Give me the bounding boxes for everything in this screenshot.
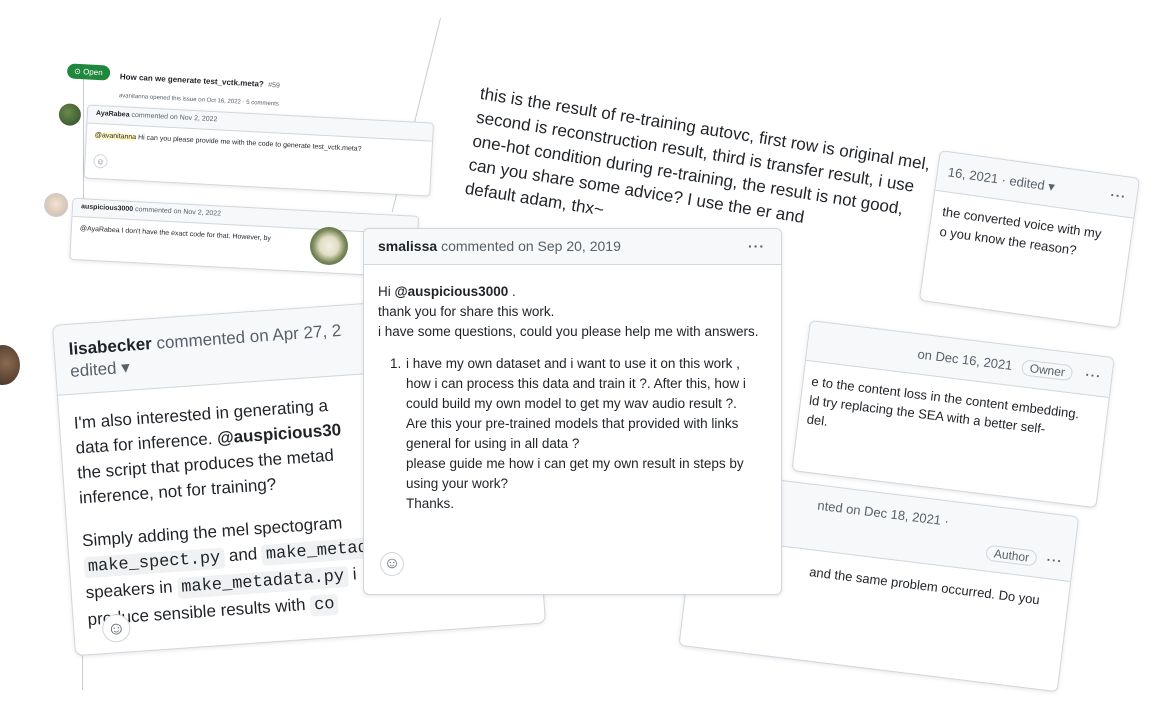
add-reaction-button[interactable]: ☺ (380, 552, 404, 576)
open-badge: ⊙ Open (66, 63, 111, 81)
comment-line: i have some questions, could you please … (378, 324, 759, 339)
list-number: 1. (390, 356, 402, 371)
comment-line: thank you for share this work. (378, 304, 555, 319)
comment-author[interactable]: AyaRabea (96, 110, 130, 119)
mention-link[interactable]: @AyaRabea (80, 225, 120, 234)
comment-timestamp: commented on Sep 20, 2019 (441, 238, 621, 254)
kebab-menu-button[interactable]: ··· (1046, 552, 1064, 569)
comment-timestamp: commented on Nov 2, 2022 (134, 206, 222, 218)
comment-text: Hi (378, 284, 395, 299)
add-reaction-button[interactable]: ☺ (93, 153, 108, 169)
issue-number: #59 (267, 81, 281, 90)
comment-author[interactable]: auspicious3000 (81, 203, 133, 213)
kebab-menu-button[interactable]: ··· (1085, 367, 1103, 384)
avatar[interactable] (58, 103, 82, 127)
comment-text: speakers in (85, 576, 178, 603)
smiley-icon: ☺ (96, 156, 105, 166)
open-icon: ⊙ (73, 66, 82, 77)
edited-label[interactable]: edited (70, 359, 118, 381)
comment-timestamp: commented on Nov 2, 2022 (131, 111, 218, 124)
list-item-text: i have my own dataset and i want to use … (406, 356, 746, 411)
avatar[interactable] (43, 192, 69, 218)
comment-body: Hi can you please provide me with the co… (135, 134, 362, 153)
kebab-menu-button[interactable]: ··· (748, 238, 765, 254)
comment-text: and (223, 543, 263, 566)
comment-line: please guide me how i can get my own res… (406, 456, 744, 491)
issue-meta: avanitanna opened this issue on Oct 16, … (118, 93, 279, 108)
comment-line: Are this your pre-trained models that pr… (406, 416, 739, 451)
smiley-icon: ☺ (106, 617, 127, 639)
comment-card-ayarabea: AyaRabea commented on Nov 2, 2022 @avani… (83, 104, 434, 197)
smiley-icon: ☺ (383, 555, 401, 572)
comment-card-right-mid: on Dec 16, 2021 Owner ··· e to the conte… (791, 320, 1115, 509)
kebab-menu-button[interactable]: ··· (1109, 187, 1127, 204)
issue-header: ⊙ Open How can we generate test_vctk.met… (66, 63, 281, 110)
mention-link[interactable]: @auspicious3000 (395, 284, 509, 299)
comment-text: . (508, 284, 516, 299)
comment-author[interactable]: smalissa (378, 238, 437, 254)
comment-text: i (347, 564, 358, 584)
comment-timestamp: 16, 2021 · edited (946, 164, 1046, 193)
comment-line: Thanks. (406, 496, 455, 511)
avatar[interactable] (0, 345, 20, 385)
edited-caret-icon[interactable]: ▾ (121, 358, 131, 378)
comment-timestamp: on Dec 16, 2021 (916, 346, 1014, 373)
comment-card-right-top: 16, 2021 · edited ▾ ··· the converted vo… (918, 150, 1141, 329)
comment-body: I don't have the exact code for that. Ho… (119, 227, 272, 243)
open-status-label: Open (82, 67, 103, 78)
issue-title[interactable]: How can we generate test_vctk.meta? (120, 72, 264, 89)
comment-author[interactable]: lisabecker (68, 334, 152, 359)
owner-badge: Owner (1020, 359, 1074, 382)
edited-caret-icon[interactable]: ▾ (1047, 178, 1056, 194)
comment-timestamp: nted on Dec 18, 2021 · (816, 497, 950, 529)
comment-card-smalissa: smalissa commented on Sep 20, 2019 ··· H… (363, 228, 782, 595)
author-badge: Author (985, 544, 1039, 567)
list-item: 1. i have my own dataset and i want to u… (378, 354, 767, 514)
comment-timestamp: commented on Apr 27, 2 (155, 320, 342, 353)
avatar[interactable] (310, 227, 348, 265)
mention-link[interactable]: @avanitanna (94, 131, 137, 142)
code-snippet: co (309, 593, 340, 617)
